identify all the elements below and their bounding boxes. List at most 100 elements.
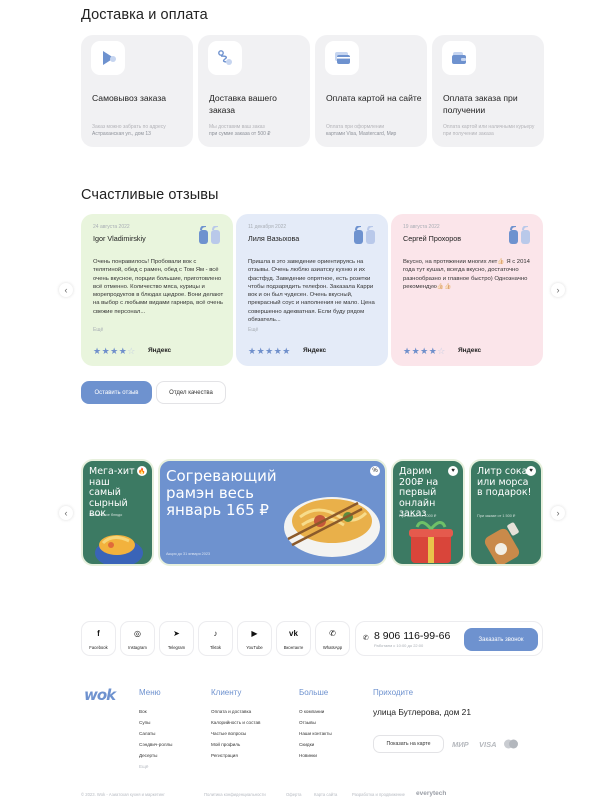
section-title-delivery: Доставка и оплата <box>81 7 208 23</box>
review-rating-stars: ★★★★★ <box>248 346 291 356</box>
quote-icon <box>509 225 531 249</box>
facebook-icon: f <box>97 629 100 638</box>
gift-box-image <box>409 521 453 563</box>
promo-title: Согревающий рамэн весь январь 165 ₽ <box>166 467 277 519</box>
wallet-icon <box>442 41 476 75</box>
social-whatsapp[interactable]: ✆ WhatsApp <box>315 621 350 656</box>
delivery-card-pickup: Самовывоз заказа Заказ можно забрать по … <box>81 35 193 147</box>
footer-heading-more: Больше <box>299 688 329 697</box>
footer-heading-come: Приходите <box>373 688 414 697</box>
promo-card[interactable]: Мега-хит наш самый сырный вок 🔥 Уникальн… <box>81 459 154 566</box>
footer-link[interactable]: Вок <box>139 709 147 714</box>
footer-link[interactable]: Отзывы <box>299 720 316 725</box>
quality-department-button[interactable]: Отдел качества <box>156 381 226 404</box>
footer-link[interactable]: Наши контакты <box>299 731 332 736</box>
footer-link[interactable]: Частые вопросы <box>211 731 246 736</box>
delivery-card-subtitle: Мы доставим ваш заказ при сумме заказа от… <box>209 124 271 137</box>
review-date: 19 августа 2022 <box>403 224 440 230</box>
section-title-reviews: Счастливые отзывы <box>81 187 219 203</box>
social-telegram[interactable]: ➤ Telegram <box>159 621 194 656</box>
footer-link[interactable]: О компании <box>299 709 324 714</box>
delivery-card-title: Оплата заказа при получении <box>443 93 518 115</box>
promos-next-arrow-icon[interactable]: › <box>551 506 565 520</box>
footer-link-more[interactable]: Ещё <box>139 764 148 769</box>
delivery-card-subtitle: Заказ можно забрать по адресу Астраханска… <box>92 124 166 137</box>
footer-link[interactable]: Регистрация <box>211 753 238 758</box>
social-label: YouTube <box>246 645 263 650</box>
review-card: 11 декабря 2022 Лиля Вазыхова Пришла в э… <box>236 214 388 366</box>
review-card: 19 августа 2022 Сергей Прохоров Вкусно, … <box>391 214 543 366</box>
promo-card[interactable]: Литр сока или морса в подарок! ♥ При зак… <box>469 459 543 566</box>
leave-review-button[interactable]: Оставить отзыв <box>81 381 152 404</box>
logo-text: wok <box>84 686 116 704</box>
sitemap-link[interactable]: Карта сайта <box>314 792 337 797</box>
address: улица Бутлерова, дом 21 <box>373 707 471 717</box>
credit-card-icon <box>325 41 359 75</box>
fire-icon: 🔥 <box>137 466 147 476</box>
review-date: 24 августа 2022 <box>93 224 130 230</box>
cheese-wok-image <box>95 535 143 564</box>
whatsapp-icon: ✆ <box>329 629 336 638</box>
promo-card[interactable]: Согревающий рамэн весь январь 165 ₽ % Ак… <box>158 459 387 566</box>
social-label: Facebook <box>89 645 108 650</box>
promos-prev-arrow-icon[interactable]: ‹ <box>59 506 73 520</box>
footer-link[interactable]: Супы <box>139 720 150 725</box>
review-source: Яндекс <box>458 347 482 354</box>
social-facebook[interactable]: f Facebook <box>81 621 116 656</box>
footer-link[interactable]: Мой профиль <box>211 742 240 747</box>
footer-link[interactable]: Сэндвич-роллы <box>139 742 172 747</box>
reviews-next-arrow-icon[interactable]: › <box>551 283 565 297</box>
mastercard-icon <box>504 739 518 749</box>
order-call-button[interactable]: Заказать звонок <box>464 628 538 651</box>
footer-heading-client: Клиенту <box>211 688 242 697</box>
phone-icon: ✆ <box>363 635 369 642</box>
social-youtube[interactable]: ▶ YouTube <box>237 621 272 656</box>
offer-link[interactable]: Оферта <box>286 792 301 797</box>
delivery-card-title: Самовывоз заказа <box>92 93 167 103</box>
review-more-link[interactable]: Ещё <box>248 327 258 333</box>
heart-icon: ♥ <box>526 466 536 476</box>
social-instagram[interactable]: ◎ Instagram <box>120 621 155 656</box>
visa-logo: VISA <box>479 740 497 749</box>
social-label: WhatsApp <box>322 645 343 650</box>
reviews-prev-arrow-icon[interactable]: ‹ <box>59 283 73 297</box>
show-on-map-button[interactable]: Показать на карте <box>373 735 444 753</box>
youtube-icon: ▶ <box>251 629 258 638</box>
quote-icon <box>199 225 221 249</box>
footer-link[interactable]: Калорийность и состав <box>211 720 260 725</box>
social-label: Instagram <box>128 645 147 650</box>
footer-link[interactable]: Десерты <box>139 753 157 758</box>
vk-icon: vk <box>289 629 298 638</box>
review-more-link[interactable]: Ещё <box>93 327 103 333</box>
promo-caption: Акция до 31 января 2023 <box>166 552 211 556</box>
quote-icon <box>354 225 376 249</box>
mir-logo: МИР <box>452 740 469 749</box>
promo-title: Дарим 200₽ на первый онлайн заказ <box>399 466 439 519</box>
footer-link[interactable]: Салаты <box>139 731 155 736</box>
instagram-icon: ◎ <box>134 629 141 638</box>
working-hours: Работаем с 10:00 до 22:00 <box>374 643 424 648</box>
social-tiktok[interactable]: ♪ Tiktok <box>198 621 233 656</box>
footer-link[interactable]: Скидки <box>299 742 314 747</box>
promo-card[interactable]: Дарим 200₽ на первый онлайн заказ ♥ При … <box>391 459 465 566</box>
route-icon <box>208 41 242 75</box>
review-card: 24 августа 2022 Igor Vladimirskiy Очень … <box>81 214 233 366</box>
social-vk[interactable]: vk Вконтакте <box>276 621 311 656</box>
delivery-card-subtitle: Оплата картой или наличными курьеру при … <box>443 124 535 137</box>
review-rating-stars: ★★★★☆ <box>93 346 136 356</box>
delivery-card-title: Доставка вашего заказа <box>209 93 277 115</box>
heart-icon: ♥ <box>448 466 458 476</box>
social-label: Вконтакте <box>283 645 304 650</box>
footer-link[interactable]: Оплата и доставка <box>211 709 251 714</box>
location-arrow-icon <box>91 41 125 75</box>
review-text: Очень понравилось! Пробовали вок с телят… <box>93 259 224 315</box>
privacy-policy-link[interactable]: Политика конфиденциальности <box>204 792 266 797</box>
delivery-card-title: Оплата картой на сайте <box>326 93 422 103</box>
footer-logo[interactable]: wok <box>84 686 122 708</box>
footer-link[interactable]: Новинки <box>299 753 317 758</box>
promo-title: Мега-хит наш самый сырный вок <box>89 466 135 519</box>
developer-logo[interactable]: everytech <box>416 790 446 797</box>
review-text: Пришла в это заведение ориентируясь на о… <box>248 259 375 324</box>
review-date: 11 декабря 2022 <box>248 224 287 230</box>
phone-number[interactable]: 8 906 116-99-66 <box>374 630 450 642</box>
